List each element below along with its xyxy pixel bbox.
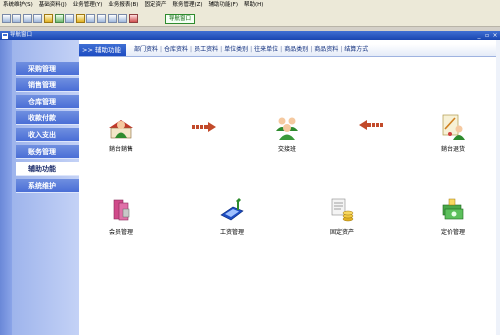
link-products[interactable]: 商品资料 xyxy=(314,44,338,56)
close-icon[interactable]: × xyxy=(492,32,498,39)
divider: | xyxy=(280,46,283,53)
sidebar: 采购管理 销售管理 仓库管理 收款付款 收入支出 账务管理 辅助功能 系统维护 xyxy=(12,40,79,335)
link-departments[interactable]: 部门资料 xyxy=(134,44,158,56)
content-area: >> 辅助功能 部门资料 | 仓库资料 | 员工资料 | 单位类别 | 往来单位 | 商品… xyxy=(79,40,500,335)
report-icon[interactable] xyxy=(86,13,96,23)
nav-window-button[interactable]: 导航窗口 xyxy=(165,14,196,24)
menu-business[interactable]: 业务管理(Y) xyxy=(70,0,106,10)
tools-icon[interactable] xyxy=(54,13,64,23)
divider: | xyxy=(310,46,313,53)
divider: | xyxy=(340,46,343,53)
function-label: 交接班 xyxy=(277,146,296,153)
folder-icon[interactable] xyxy=(43,13,53,23)
sidebar-item-payments[interactable]: 收款付款 xyxy=(16,111,79,125)
sidebar-item-sales[interactable]: 销售管理 xyxy=(16,78,79,92)
person-shop-icon xyxy=(109,120,133,139)
window-titlebar: 导航窗口 _ ▫ × xyxy=(0,31,500,40)
salary-keyboard-icon xyxy=(220,198,244,221)
menu-system[interactable]: 系统维护(S) xyxy=(0,0,36,10)
link-product-types[interactable]: 商品类别 xyxy=(284,44,308,56)
function-label: 固定资产 xyxy=(329,229,354,236)
new-icon[interactable] xyxy=(1,13,11,23)
sidebar-item-purchase[interactable]: 采购管理 xyxy=(16,62,79,76)
divider: | xyxy=(190,46,193,53)
arrow-left-icon xyxy=(359,120,383,130)
toolbar xyxy=(0,10,500,27)
minimize-icon[interactable]: _ xyxy=(476,32,482,39)
member-book-icon xyxy=(113,199,130,221)
divider: | xyxy=(159,46,163,53)
exit-icon[interactable] xyxy=(128,13,138,23)
chart-icon[interactable] xyxy=(96,13,106,23)
price-money-icon xyxy=(442,198,464,220)
function-counter-sales[interactable]: 銷台銷售 xyxy=(96,114,146,153)
tab-auxiliary[interactable]: >> 辅助功能 xyxy=(79,44,126,56)
divider: | xyxy=(250,46,253,53)
menu-fixed-assets[interactable]: 固定资产 xyxy=(141,0,169,10)
link-warehouses[interactable]: 仓库资料 xyxy=(164,44,188,56)
main-window: 采购管理 销售管理 仓库管理 收款付款 收入支出 账务管理 辅助功能 系统维护 … xyxy=(0,40,500,335)
print-icon[interactable] xyxy=(118,13,128,23)
sidebar-item-warehouse[interactable]: 仓库管理 xyxy=(16,95,79,109)
restore-icon[interactable]: ▫ xyxy=(484,32,490,39)
window-title: 导航窗口 xyxy=(10,32,33,38)
sidebar-item-auxiliary[interactable]: 辅助功能 xyxy=(16,162,79,176)
menu-reports[interactable]: 业务报表(B) xyxy=(105,0,141,10)
menu-basic-data[interactable]: 基础资料(J) xyxy=(36,0,70,10)
function-pricing[interactable]: 定价管理 xyxy=(428,197,478,236)
menu-bar: 系统维护(S) 基础资料(J) 业务管理(Y) 业务报表(B) 固定资产 账务管… xyxy=(0,0,500,10)
function-label: 会员管理 xyxy=(108,229,133,236)
sidebar-item-system[interactable]: 系统维护 xyxy=(16,179,79,193)
function-label: 銷台銷售 xyxy=(108,146,133,153)
function-members[interactable]: 会员管理 xyxy=(96,197,146,236)
coins-icon xyxy=(331,198,354,222)
link-unit-types[interactable]: 单位类别 xyxy=(224,44,248,56)
function-fixed-assets[interactable]: 固定资产 xyxy=(317,197,367,236)
sidebar-item-income-expense[interactable]: 收入支出 xyxy=(16,128,79,142)
link-partners[interactable]: 往来单位 xyxy=(254,44,278,56)
window-icon xyxy=(2,32,8,39)
menu-help[interactable]: 帮助(H) xyxy=(241,0,266,10)
save-icon[interactable] xyxy=(107,13,117,23)
open-icon[interactable] xyxy=(12,13,22,23)
document-person-icon xyxy=(442,114,465,140)
function-counter-return[interactable]: 銷台退货 xyxy=(428,114,478,153)
menu-accounts[interactable]: 账务管理(Z) xyxy=(169,0,205,10)
sidebar-item-accounts[interactable]: 账务管理 xyxy=(16,145,79,159)
function-tabstrip: >> 辅助功能 部门资料 | 仓库资料 | 员工资料 | 单位类别 | 往来单位 | 商品… xyxy=(79,44,500,57)
people-group-icon xyxy=(276,117,298,140)
menu-auxiliary[interactable]: 辅助功能(F) xyxy=(206,0,241,10)
function-label: 銷台退货 xyxy=(440,146,465,153)
divider: | xyxy=(220,46,223,53)
link-employees[interactable]: 员工资料 xyxy=(194,44,218,56)
arrow-right-icon xyxy=(192,122,216,132)
people-icon[interactable] xyxy=(65,13,75,23)
stock-icon[interactable] xyxy=(75,13,85,23)
function-label: 工资管理 xyxy=(219,229,244,236)
function-shift-handover[interactable]: 交接班 xyxy=(262,114,312,153)
link-settlement[interactable]: 结算方式 xyxy=(344,44,368,56)
edit-icon[interactable] xyxy=(33,13,43,23)
function-salary[interactable]: 工资管理 xyxy=(207,197,257,236)
list-icon[interactable] xyxy=(22,13,32,23)
window-right-border xyxy=(496,40,500,335)
function-label: 定价管理 xyxy=(440,229,465,236)
window-left-strip xyxy=(0,40,12,335)
